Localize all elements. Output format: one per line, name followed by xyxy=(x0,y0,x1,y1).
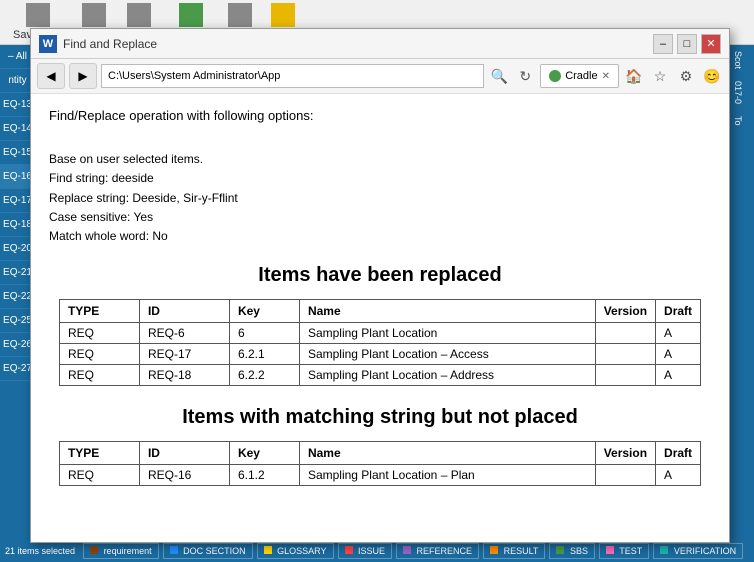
col-header-draft2: Draft xyxy=(656,442,701,465)
cell-name: Sampling Plant Location – Address xyxy=(299,365,595,386)
col-header-key1: Key xyxy=(229,300,299,323)
options-base-on: Base on user selected items. Find string… xyxy=(49,131,711,246)
table-row: REQ REQ-17 6.2.1 Sampling Plant Location… xyxy=(59,344,700,365)
cradle-tab-label: Cradle xyxy=(565,70,597,82)
dialog-content: Find/Replace operation with following op… xyxy=(31,94,729,542)
bottom-bar: 21 items selected requirement DOC SECTIO… xyxy=(0,540,754,562)
col-header-name2: Name xyxy=(299,442,595,465)
cell-draft: A xyxy=(656,323,701,344)
bottom-tab-issue[interactable]: ISSUE xyxy=(338,543,393,559)
address-bar: ◀ ▶ 🔍 ↻ Cradle ✕ 🏠 ☆ ⚙ 😊 xyxy=(31,59,729,94)
cell-name: Sampling Plant Location – Access xyxy=(299,344,595,365)
cell-id: REQ-16 xyxy=(139,465,229,486)
cell-key: 6.1.2 xyxy=(229,465,299,486)
table-row: REQ REQ-16 6.1.2 Sampling Plant Location… xyxy=(59,465,700,486)
col-header-name1: Name xyxy=(299,300,595,323)
right-sidebar: Scot 017-0 To xyxy=(732,45,754,562)
cell-type: REQ xyxy=(59,465,139,486)
cell-key: 6.2.1 xyxy=(229,344,299,365)
home-icon[interactable]: 🏠 xyxy=(623,65,645,87)
table-row: REQ REQ-6 6 Sampling Plant Location A xyxy=(59,323,700,344)
settings-icon[interactable]: ⚙ xyxy=(675,65,697,87)
cell-draft: A xyxy=(656,465,701,486)
cradle-tab[interactable]: Cradle ✕ xyxy=(540,64,619,88)
cradle-dot-icon xyxy=(549,70,561,82)
col-header-id1: ID xyxy=(139,300,229,323)
sidebar-right-item-to[interactable]: To xyxy=(732,110,744,132)
col-header-draft1: Draft xyxy=(656,300,701,323)
cell-key: 6 xyxy=(229,323,299,344)
bottom-tab-sbs[interactable]: SBS xyxy=(549,543,595,559)
col-header-id2: ID xyxy=(139,442,229,465)
table-row: REQ REQ-18 6.2.2 Sampling Plant Location… xyxy=(59,365,700,386)
col-header-type2: TYPE xyxy=(59,442,139,465)
section2-heading: Items with matching string but not place… xyxy=(49,406,711,429)
maximize-button[interactable]: □ xyxy=(677,34,697,54)
bottom-tab-verification[interactable]: VERIFICATION xyxy=(653,543,743,559)
cell-key: 6.2.2 xyxy=(229,365,299,386)
col-header-version2: Version xyxy=(595,442,655,465)
address-input[interactable] xyxy=(101,64,484,88)
cell-version xyxy=(595,365,655,386)
dialog-title-controls: – □ ✕ xyxy=(653,34,721,54)
dialog-titlebar: W Find and Replace – □ ✕ xyxy=(31,29,729,59)
cell-version xyxy=(595,323,655,344)
minimize-button[interactable]: – xyxy=(653,34,673,54)
cell-id: REQ-18 xyxy=(139,365,229,386)
section1-heading: Items have been replaced xyxy=(49,264,711,287)
cell-version xyxy=(595,344,655,365)
bookmark-icon[interactable]: ☆ xyxy=(649,65,671,87)
options-title: Find/Replace operation with following op… xyxy=(49,108,711,123)
cell-version xyxy=(595,465,655,486)
close-button[interactable]: ✕ xyxy=(701,34,721,54)
cell-id: REQ-6 xyxy=(139,323,229,344)
cell-draft: A xyxy=(656,344,701,365)
col-header-version1: Version xyxy=(595,300,655,323)
options-section: Find/Replace operation with following op… xyxy=(49,108,711,246)
bottom-tab-requirement[interactable]: requirement xyxy=(83,543,159,559)
user-icon[interactable]: 😊 xyxy=(701,65,723,87)
status-text: 21 items selected xyxy=(5,546,75,556)
cell-type: REQ xyxy=(59,344,139,365)
notplaced-table: TYPE ID Key Name Version Draft REQ REQ-1… xyxy=(59,441,701,486)
cell-type: REQ xyxy=(59,365,139,386)
word-icon: W xyxy=(39,35,57,53)
back-button[interactable]: ◀ xyxy=(37,63,65,89)
cell-type: REQ xyxy=(59,323,139,344)
cell-draft: A xyxy=(656,365,701,386)
sidebar-right-item-017[interactable]: 017-0 xyxy=(732,75,744,110)
dialog-title-left: W Find and Replace xyxy=(39,35,157,53)
dialog-window: W Find and Replace – □ ✕ ◀ ▶ 🔍 ↻ xyxy=(30,28,730,543)
cell-name: Sampling Plant Location – Plan xyxy=(299,465,595,486)
refresh-icon[interactable]: ↻ xyxy=(514,65,536,87)
dialog-title-text: Find and Replace xyxy=(63,37,157,51)
bottom-tab-glossary[interactable]: GLOSSARY xyxy=(257,543,334,559)
cell-name: Sampling Plant Location xyxy=(299,323,595,344)
replaced-table: TYPE ID Key Name Version Draft REQ REQ-6… xyxy=(59,299,701,386)
bottom-tab-doc-section[interactable]: DOC SECTION xyxy=(163,543,253,559)
bottom-tab-test[interactable]: TEST xyxy=(599,543,649,559)
cell-id: REQ-17 xyxy=(139,344,229,365)
close-tab-button[interactable]: ✕ xyxy=(602,71,610,82)
col-header-key2: Key xyxy=(229,442,299,465)
bottom-tab-result[interactable]: RESULT xyxy=(483,543,545,559)
bottom-tab-reference[interactable]: REFERENCE xyxy=(396,543,479,559)
col-header-type1: TYPE xyxy=(59,300,139,323)
forward-button[interactable]: ▶ xyxy=(69,63,97,89)
search-icon[interactable]: 🔍 xyxy=(488,65,510,87)
sidebar-right-item-scot[interactable]: Scot xyxy=(732,45,744,75)
